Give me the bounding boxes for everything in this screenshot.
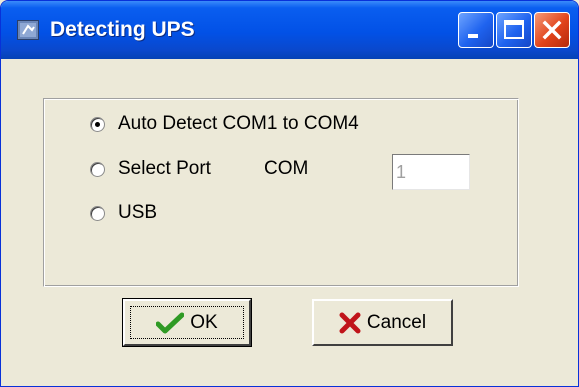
minimize-button[interactable] (458, 12, 494, 48)
radio-auto-detect-label: Auto Detect COM1 to COM4 (118, 113, 359, 134)
radio-usb-control[interactable] (90, 205, 105, 221)
cancel-label: Cancel (366, 311, 427, 333)
radio-select-port[interactable]: Select Port (90, 156, 211, 182)
com-port-input[interactable] (392, 154, 470, 190)
minimize-icon (468, 34, 478, 38)
window-title: Detecting UPS (50, 18, 195, 41)
radio-select-port-control[interactable] (90, 161, 105, 177)
ok-button[interactable]: OK (122, 298, 252, 347)
x-mark-icon (339, 312, 361, 334)
radio-usb[interactable]: USB (90, 200, 157, 226)
radio-auto-detect-control[interactable] (90, 116, 105, 132)
cancel-button[interactable]: Cancel (312, 299, 453, 346)
focus-rectangle (130, 306, 244, 339)
close-icon (542, 20, 562, 40)
maximize-button[interactable] (496, 12, 532, 48)
close-button[interactable] (534, 12, 570, 48)
radio-auto-detect[interactable]: Auto Detect COM1 to COM4 (90, 111, 359, 137)
app-icon (17, 20, 39, 40)
title-bar[interactable]: Detecting UPS (1, 1, 578, 59)
com-label: COM (264, 158, 309, 179)
radio-select-port-label: Select Port (118, 158, 211, 179)
radio-usb-label: USB (118, 202, 158, 223)
maximize-icon (504, 20, 524, 39)
detecting-ups-dialog: Detecting UPS Auto Detect COM1 to COM4 S… (0, 0, 579, 387)
